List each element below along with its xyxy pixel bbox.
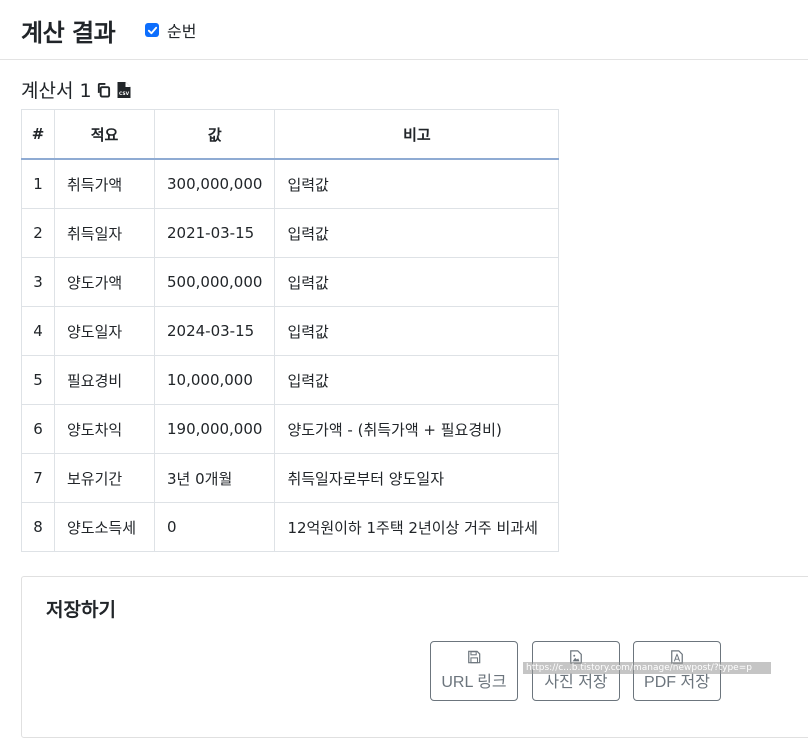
save-panel-title: 저장하기 (46, 599, 116, 621)
svg-text:CSV: CSV (119, 91, 130, 97)
url-watermark: https://c...b.tistory.com/manage/newpost… (523, 662, 771, 674)
csv-file-icon[interactable]: CSV (116, 81, 132, 99)
item-value: 0 (153, 502, 276, 552)
table-row: 1 취득가액 300,000,000 입력값 (21, 158, 560, 209)
table-row: 8 양도소득세 0 12억원이하 1주택 2년이상 거주 비과세 (21, 502, 560, 552)
item-value: 500,000,000 (153, 257, 276, 307)
floppy-disk-icon (468, 650, 481, 664)
save-panel: 저장하기 URL 링크 사진 저장 PDF 저장 (21, 576, 808, 738)
row-number: 3 (21, 257, 55, 307)
table-row: 4 양도일자 2024-03-15 입력값 (21, 306, 560, 356)
check-icon (147, 26, 157, 34)
row-number: 2 (21, 208, 55, 258)
table-row: 3 양도가액 500,000,000 입력값 (21, 257, 560, 307)
table-row: 2 취득일자 2021-03-15 입력값 (21, 208, 560, 258)
item-value: 3년 0개월 (153, 453, 276, 503)
sheet-title: 계산서 1 CSV (21, 76, 132, 103)
item-value: 2021-03-15 (153, 208, 276, 258)
item-note: 입력값 (274, 306, 560, 356)
item-note: 입력값 (274, 355, 560, 405)
item-note: 입력값 (274, 208, 560, 258)
url-link-button[interactable]: URL 링크 (430, 641, 518, 701)
sheet-title-text: 계산서 1 (21, 80, 92, 102)
item-value: 190,000,000 (153, 404, 276, 454)
item-note: 입력값 (274, 158, 560, 209)
table-row: 5 필요경비 10,000,000 입력값 (21, 355, 560, 405)
item-note: 12억원이하 1주택 2년이상 거주 비과세 (274, 502, 560, 552)
item-value: 2024-03-15 (153, 306, 276, 356)
column-header: 비고 (274, 109, 560, 160)
column-header: 값 (153, 109, 276, 160)
item-name: 양도소득세 (54, 502, 155, 552)
item-note: 입력값 (274, 257, 560, 307)
table-row: 7 보유기간 3년 0개월 취득일자로부터 양도일자 (21, 453, 560, 503)
item-name: 양도일자 (54, 306, 155, 356)
item-name: 양도가액 (54, 257, 155, 307)
row-number: 8 (21, 502, 55, 552)
item-name: 양도차익 (54, 404, 155, 454)
url-link-button-label: URL 링크 (441, 674, 507, 691)
item-note: 취득일자로부터 양도일자 (274, 453, 560, 503)
table-row: 6 양도차익 190,000,000 양도가액 - (취득가액 + 필요경비) (21, 404, 560, 454)
page-header: 계산 결과 순번 (0, 0, 808, 60)
item-name: 취득일자 (54, 208, 155, 258)
row-number: 7 (21, 453, 55, 503)
item-name: 취득가액 (54, 158, 155, 209)
row-number: 4 (21, 306, 55, 356)
calculation-table: # 적요 값 비고 1 취득가액 300,000,000 입력값 2 취득일자 … (21, 109, 560, 552)
checkbox-checked[interactable] (145, 23, 159, 37)
row-number-toggle[interactable]: 순번 (145, 18, 196, 42)
checkbox-label: 순번 (167, 22, 197, 41)
column-header: 적요 (54, 109, 155, 160)
column-header: # (21, 109, 55, 160)
page-title: 계산 결과 (21, 19, 116, 47)
copy-icon[interactable] (96, 81, 112, 99)
item-name: 필요경비 (54, 355, 155, 405)
table-header-row: # 적요 값 비고 (21, 109, 560, 160)
item-value: 10,000,000 (153, 355, 276, 405)
row-number: 6 (21, 404, 55, 454)
row-number: 1 (21, 158, 55, 209)
item-value: 300,000,000 (153, 158, 276, 209)
item-name: 보유기간 (54, 453, 155, 503)
item-note: 양도가액 - (취득가액 + 필요경비) (274, 404, 560, 454)
row-number: 5 (21, 355, 55, 405)
